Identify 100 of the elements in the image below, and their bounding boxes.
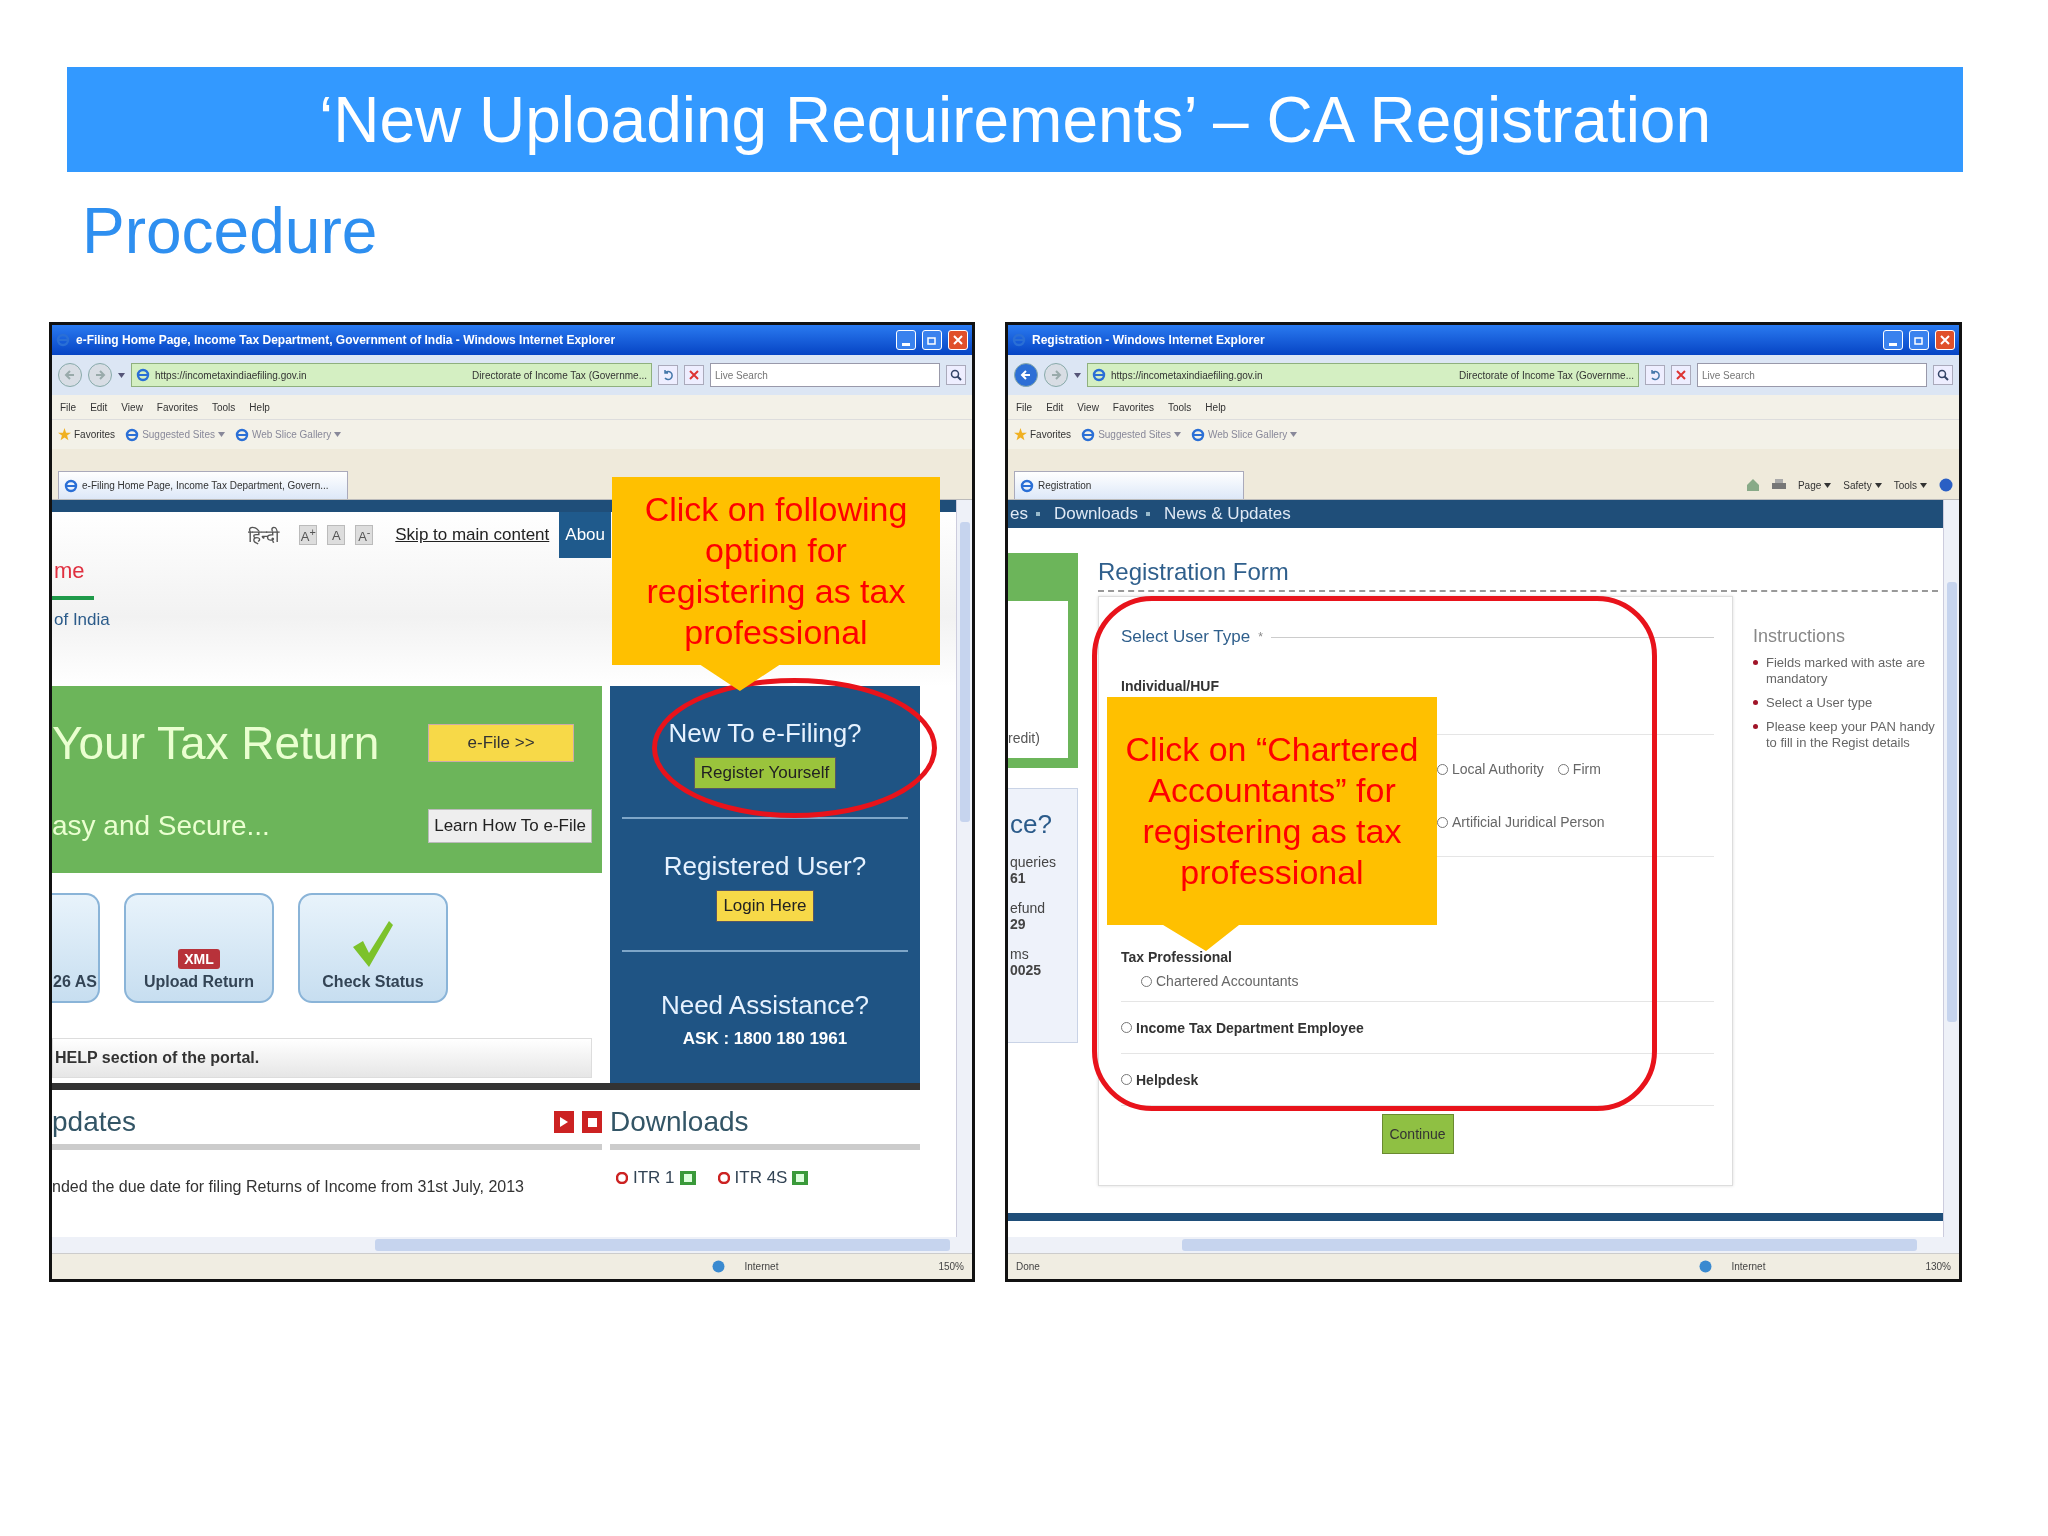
printer-icon [1771,479,1786,491]
continue-button[interactable]: Continue [1381,1114,1454,1154]
tile-label: Check Status [322,973,424,991]
search-field[interactable]: Live Search [710,363,940,387]
stop-button[interactable] [684,365,704,385]
vertical-scrollbar[interactable] [956,500,972,1237]
radio-button[interactable] [1557,763,1569,775]
radio-button[interactable] [1141,975,1152,987]
option-label[interactable]: Artificial Juridical Person [1452,814,1605,830]
group-label: Individual/HUF [1121,677,1220,694]
zoom-level[interactable]: 150% [938,1261,964,1272]
panel-button[interactable]: Login Here [716,890,814,922]
command-menu[interactable]: Tools [1893,479,1927,491]
horizontal-scrollbar[interactable] [1008,1237,1959,1253]
download-link[interactable]: ITR 4S [717,1168,809,1188]
menu-item[interactable]: Edit [90,401,108,413]
command-menu[interactable]: Safety [1843,479,1882,491]
radio-button[interactable] [1121,1022,1132,1033]
radio-button[interactable] [1121,1074,1132,1085]
font-size-button[interactable]: A$^{-}$ [355,525,374,545]
instruction-text: Fields marked with aste are mandatory [1766,655,1926,687]
menu-item[interactable]: File [1016,401,1033,413]
maximize-button[interactable] [1909,330,1929,350]
caret-icon [118,372,125,378]
forward-button[interactable] [88,363,112,387]
menu-item[interactable]: View [121,401,143,413]
menu-item[interactable]: Tools [212,401,236,413]
menu-item[interactable]: Help [1205,401,1226,413]
skip-link[interactable]: Skip to main content [395,525,550,545]
panel-button[interactable]: Register Yourself [693,757,837,789]
panel-heading: Need Assistance? [660,990,870,1021]
minimize-button[interactable] [896,330,916,350]
horizontal-scrollbar[interactable] [52,1237,972,1253]
font-size-button[interactable]: A [327,525,346,545]
menu-item[interactable]: View [1077,401,1099,413]
forward-button[interactable] [1044,363,1068,387]
efile-button[interactable]: e-File >> [428,724,574,763]
panel-heading: New To e-Filing? [668,718,862,749]
site-name: me [53,558,86,584]
nav-link[interactable]: es [1010,504,1028,524]
menu-item[interactable]: Favorites [156,401,198,413]
search-button[interactable] [946,365,966,385]
spreadsheet-icon [792,1171,809,1185]
option-label[interactable]: Chartered Accountants [1156,973,1299,989]
menu-item[interactable]: File [60,401,77,413]
option-label[interactable]: Income Tax Department Employee [1136,1019,1364,1036]
favorites-button[interactable]: Favorites [58,428,116,441]
menu-item[interactable]: Favorites [1112,401,1154,413]
helpline-text: ASK : 1800 180 1961 [682,1029,848,1049]
option-label[interactable]: Local Authority [1452,761,1544,777]
nav-link[interactable]: Downloads [1053,504,1139,524]
address-bar[interactable]: https://incometaxindiaefiling.gov.in Directorate of Income Tax (Governme... [1087,363,1639,387]
option-label[interactable]: Firm [1572,761,1601,777]
nav-link[interactable]: News & Updates [1164,504,1291,524]
stop-button[interactable] [1671,365,1691,385]
vertical-scrollbar[interactable] [1943,500,1959,1237]
service-tile[interactable]: 26 AS [52,893,100,1003]
stop-button[interactable] [582,1111,602,1133]
service-tile[interactable]: Check Status [298,893,448,1003]
url-text: https://incometaxindiaefiling.gov.in [155,369,307,381]
search-button[interactable] [1933,365,1953,385]
font-size-button[interactable]: A$^{+}$ [299,525,318,545]
play-button[interactable] [554,1111,574,1133]
browser-tab[interactable]: Registration [1014,471,1244,499]
close-button[interactable] [948,330,968,350]
side-text: 29 [1010,916,1027,932]
close-icon [953,335,963,345]
maximize-button[interactable] [922,330,942,350]
language-link[interactable]: हिन्दी [248,523,280,547]
refresh-button[interactable] [1645,365,1665,385]
minimize-icon [902,342,910,346]
download-link[interactable]: ITR 1 [616,1168,696,1188]
caret-icon [1920,482,1927,488]
star-icon [1014,428,1027,441]
service-tile[interactable]: XML Upload Return [124,893,274,1003]
learn-button[interactable]: Learn How To e-File [428,808,592,843]
option-label[interactable]: Helpdesk [1136,1071,1199,1088]
address-bar[interactable]: https://incometaxindiaefiling.gov.in Directorate of Income Tax (Governme... [131,363,652,387]
menu-item[interactable]: Edit [1046,401,1064,413]
required-mark: * [1258,630,1263,644]
restore-icon [1914,335,1924,345]
spreadsheet-icon [679,1171,696,1185]
minimize-button[interactable] [1883,330,1903,350]
nav-tab[interactable]: Abou [559,512,611,558]
refresh-button[interactable] [658,365,678,385]
command-menu[interactable]: Page [1797,479,1832,491]
news-text[interactable]: nded the due date for filing Returns of Income from 31st July, 2013 [52,1178,602,1196]
close-button[interactable] [1935,330,1955,350]
arrow-right-icon [94,369,106,381]
url-text: https://incometaxindiaefiling.gov.in [1111,369,1263,381]
bullet-icon [1753,724,1758,729]
favorites-button[interactable]: Favorites [1014,428,1072,441]
menu-item[interactable]: Help [249,401,270,413]
menu-item[interactable]: Tools [1168,401,1192,413]
caret-icon [1290,432,1298,437]
search-field[interactable]: Live Search [1697,363,1927,387]
zoom-level[interactable]: 130% [1925,1261,1951,1272]
slide-subtitle: Procedure [82,195,378,267]
back-button[interactable] [1014,363,1038,387]
browser-tab[interactable]: e-Filing Home Page, Income Tax Department, Govern... [58,471,348,499]
